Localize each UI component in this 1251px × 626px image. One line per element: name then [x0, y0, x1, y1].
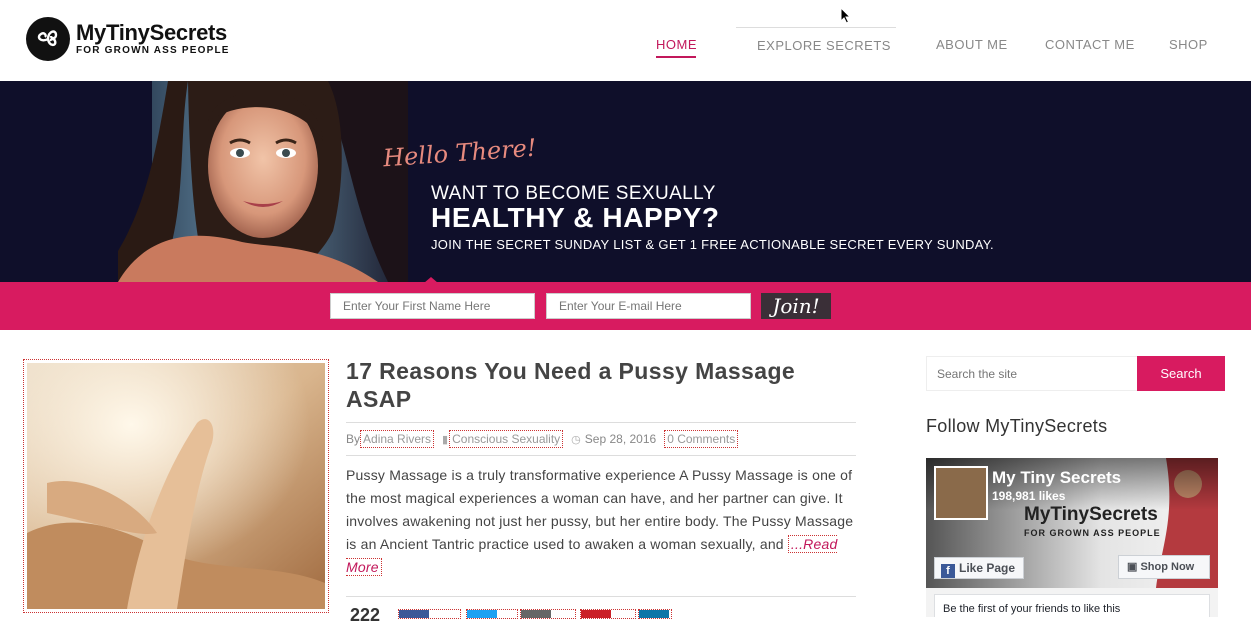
like-page-label: Like Page	[959, 561, 1016, 575]
post-excerpt-text: Pussy Massage is a truly transformative …	[346, 467, 854, 552]
email-input[interactable]	[546, 293, 751, 319]
hero-portrait-image	[118, 81, 408, 282]
post-date: Sep 28, 2016	[584, 432, 657, 446]
bookmark-icon: ▮	[442, 433, 449, 446]
post-by-label: By	[346, 432, 361, 446]
post-thumbnail-image	[27, 363, 325, 609]
follow-heading: Follow MyTinySecrets	[926, 416, 1108, 436]
facebook-share-button[interactable]	[398, 609, 461, 619]
facebook-cover-brand: MyTinySecrets	[1024, 504, 1158, 525]
post-thumbnail[interactable]	[23, 359, 329, 613]
hero-heading-line2: HEALTHY & HAPPY?	[431, 202, 720, 233]
post-comments-link[interactable]: 0 Comments	[664, 430, 739, 448]
nav-home[interactable]: HOME	[656, 37, 697, 52]
nav-shop[interactable]: SHOP	[1169, 37, 1208, 52]
post-divider	[346, 455, 856, 456]
join-button[interactable]: Join!	[761, 293, 831, 319]
post-excerpt: Pussy Massage is a truly transformative …	[346, 464, 858, 579]
nav-divider	[736, 27, 896, 28]
search-button[interactable]: Search	[1137, 356, 1225, 391]
post-title[interactable]: 17 Reasons You Need a Pussy Massage ASAP	[346, 357, 866, 413]
post-meta: By Adina Rivers ▮ Conscious Sexuality ◷ …	[346, 430, 739, 448]
twitter-share-button[interactable]	[466, 609, 518, 619]
nav-active-indicator	[656, 56, 696, 58]
site-search-input[interactable]	[926, 356, 1138, 391]
post-author-link[interactable]: Adina Rivers	[360, 430, 435, 448]
site-header: MyTinySecrets FOR GROWN ASS PEOPLE HOME …	[0, 0, 1251, 81]
post-category-link[interactable]: Conscious Sexuality	[449, 430, 564, 448]
facebook-friends-text: Be the first of your friends to like thi…	[934, 594, 1210, 617]
facebook-icon: f	[941, 564, 955, 578]
newsletter-signup-bar: Join!	[0, 282, 1251, 330]
nav-about-me[interactable]: ABOUT ME	[936, 37, 1008, 52]
post-divider	[346, 422, 856, 423]
email-share-button[interactable]	[520, 609, 576, 619]
shop-now-label: Shop Now	[1140, 561, 1195, 573]
post-divider	[346, 596, 856, 597]
facebook-page-widget: My Tiny Secrets 198,981 likes MyTinySecr…	[926, 458, 1218, 617]
facebook-page-name[interactable]: My Tiny Secrets	[992, 468, 1121, 488]
facebook-cover-tagline: FOR GROWN ASS PEOPLE	[1024, 528, 1161, 538]
share-count: 222	[350, 605, 381, 625]
facebook-page-likes: 198,981 likes	[992, 489, 1066, 503]
shopping-bag-icon: ▣	[1127, 561, 1141, 573]
linkedin-share-button[interactable]	[638, 609, 672, 619]
facebook-like-page-button[interactable]: f Like Page	[934, 557, 1024, 579]
hero-banner: Hello There! WANT TO BECOME SEXUALLY HEA…	[0, 81, 1251, 282]
facebook-page-avatar[interactable]	[934, 466, 988, 520]
mouse-cursor-icon	[840, 7, 852, 24]
main-nav: HOME EXPLORE SECRETS ABOUT ME CONTACT ME…	[0, 37, 1251, 57]
pinterest-share-button[interactable]	[580, 609, 636, 619]
first-name-input[interactable]	[330, 293, 535, 319]
nav-contact-me[interactable]: CONTACT ME	[1045, 37, 1135, 52]
nav-explore-secrets[interactable]: EXPLORE SECRETS	[757, 38, 891, 53]
hero-subheading: JOIN THE SECRET SUNDAY LIST & GET 1 FREE…	[431, 237, 994, 252]
facebook-shop-now-button[interactable]: ▣ Shop Now	[1118, 555, 1210, 579]
clock-icon: ◷	[571, 433, 581, 446]
